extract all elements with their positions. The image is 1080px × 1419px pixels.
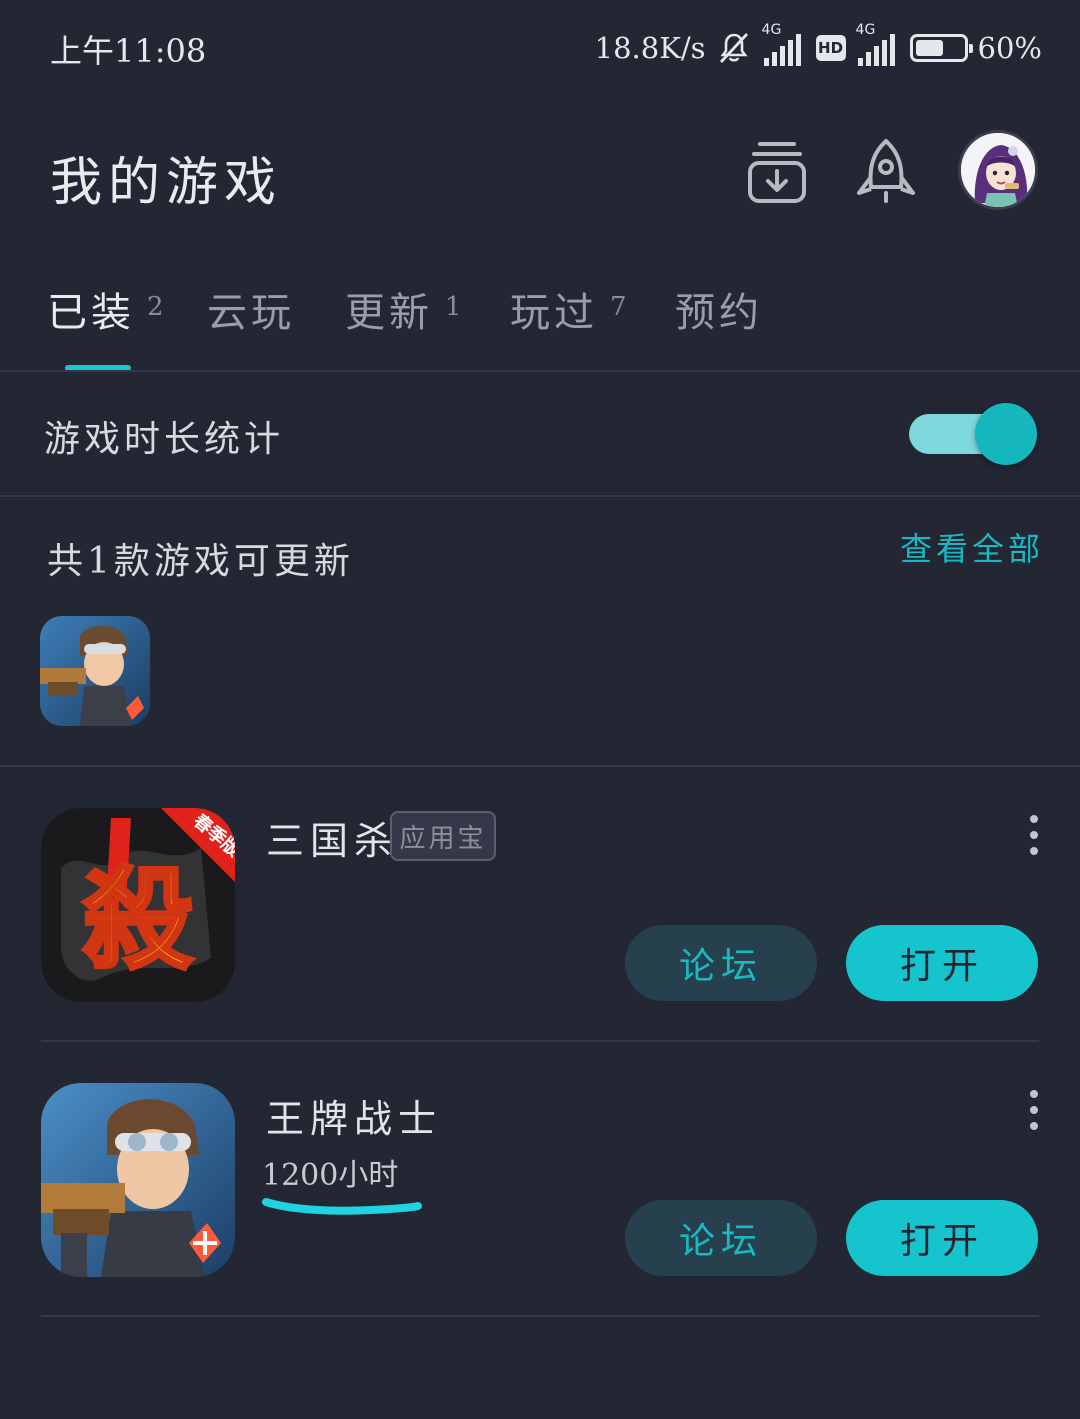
tabs-divider <box>0 370 1080 372</box>
status-time: 上午11:08 <box>50 32 207 70</box>
game-name: 三国杀 <box>266 819 399 863</box>
playtime-stats-label: 游戏时长统计 <box>44 419 285 460</box>
download-manager-icon[interactable] <box>744 137 810 207</box>
game-icon-wangpaizhanshi[interactable] <box>41 1083 235 1277</box>
tab-reserved[interactable]: 预约 <box>675 280 763 340</box>
game-icon-sanguosha[interactable]: 殺 春季版 <box>41 808 235 1002</box>
view-all-link[interactable]: 查看全部 <box>900 524 1044 570</box>
hd-voice-icon: HD <box>815 35 846 61</box>
status-bar: 上午11:08 18.8K/s 4G HD 4G 60% <box>0 0 1080 95</box>
user-avatar[interactable] <box>958 130 1038 210</box>
updates-divider <box>0 765 1080 767</box>
status-indicators: 18.8K/s 4G HD 4G 60% <box>594 22 1042 70</box>
signal-sim1-icon: 4G <box>762 22 806 68</box>
update-game-icon[interactable] <box>40 616 150 726</box>
signal-sim2-icon: 4G <box>856 22 900 68</box>
mute-bell-icon <box>716 30 752 66</box>
toggle-divider <box>0 495 1080 497</box>
game-row-divider <box>41 1040 1039 1042</box>
sanguosha-icon-glyph: 殺 <box>83 855 193 984</box>
store-badge: 应用宝 <box>390 811 496 861</box>
playtime-stats-toggle[interactable] <box>909 403 1039 465</box>
battery-fill <box>915 40 944 56</box>
page-title: 我的游戏 <box>50 153 283 213</box>
game-name: 王牌战士 <box>266 1097 443 1141</box>
battery-percent: 60% <box>977 31 1042 65</box>
my-games-screen: 上午11:08 18.8K/s 4G HD 4G 60% 我的游戏 已装 2 云… <box>0 0 1080 1419</box>
toggle-knob <box>975 403 1037 465</box>
open-button[interactable]: 打开 <box>846 925 1038 1001</box>
game-row-divider <box>41 1315 1039 1317</box>
forum-button[interactable]: 论坛 <box>625 925 817 1001</box>
handwritten-underline-mark <box>262 1198 422 1215</box>
tab-installed[interactable]: 已装 2 <box>47 280 164 340</box>
network-speed: 18.8K/s <box>594 31 706 65</box>
updates-available-title: 共1款游戏可更新 <box>47 541 354 582</box>
more-options-icon[interactable] <box>1022 1090 1046 1130</box>
tab-updates[interactable]: 更新 1 <box>345 280 462 340</box>
forum-button[interactable]: 论坛 <box>625 1200 817 1276</box>
open-button[interactable]: 打开 <box>846 1200 1038 1276</box>
more-options-icon[interactable] <box>1022 815 1046 855</box>
battery-icon <box>909 34 973 62</box>
tab-cloud-play[interactable]: 云玩 <box>207 280 295 340</box>
rocket-boost-icon[interactable] <box>853 137 919 207</box>
tab-played[interactable]: 玩过 7 <box>510 280 627 340</box>
play-time: 1200小时 <box>262 1158 399 1193</box>
game-tabs: 已装 2 云玩 更新 1 玩过 7 预约 <box>0 280 1080 370</box>
